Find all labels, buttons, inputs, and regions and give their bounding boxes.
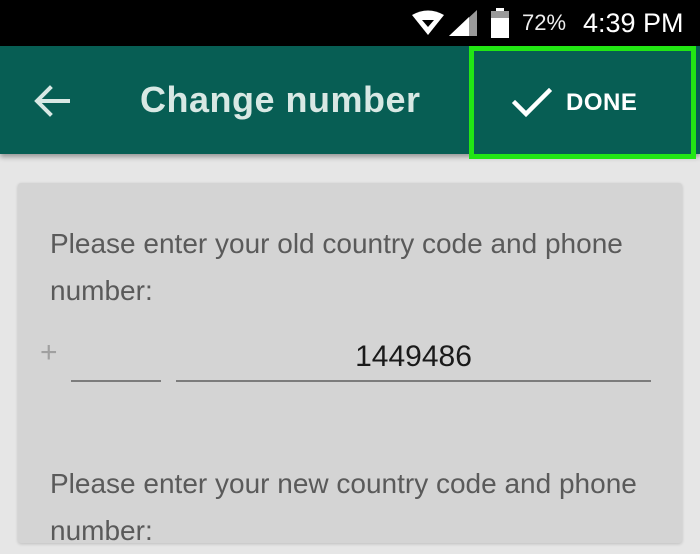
battery-percent: 72% <box>522 10 567 35</box>
page-title: Change number <box>140 79 421 120</box>
old-number-prompt: Please enter your old country code and p… <box>50 228 623 306</box>
done-button-label: DONE <box>566 88 638 116</box>
new-number-prompt: Please enter your new country code and p… <box>50 468 637 546</box>
plus-sign: + <box>40 336 58 369</box>
old-country-code-input[interactable] <box>71 334 161 382</box>
battery-icon <box>491 0 509 46</box>
clock-time: 4:39 PM <box>583 7 684 38</box>
check-icon <box>512 88 552 118</box>
done-button[interactable]: DONE <box>469 46 696 159</box>
wifi-icon <box>411 0 445 46</box>
signal-icon <box>449 0 477 46</box>
old-phone-number-input[interactable] <box>176 334 651 382</box>
status-bar: 72% 4:39 PM <box>0 0 700 46</box>
arrow-left-icon <box>34 85 70 117</box>
back-button[interactable] <box>22 71 82 131</box>
